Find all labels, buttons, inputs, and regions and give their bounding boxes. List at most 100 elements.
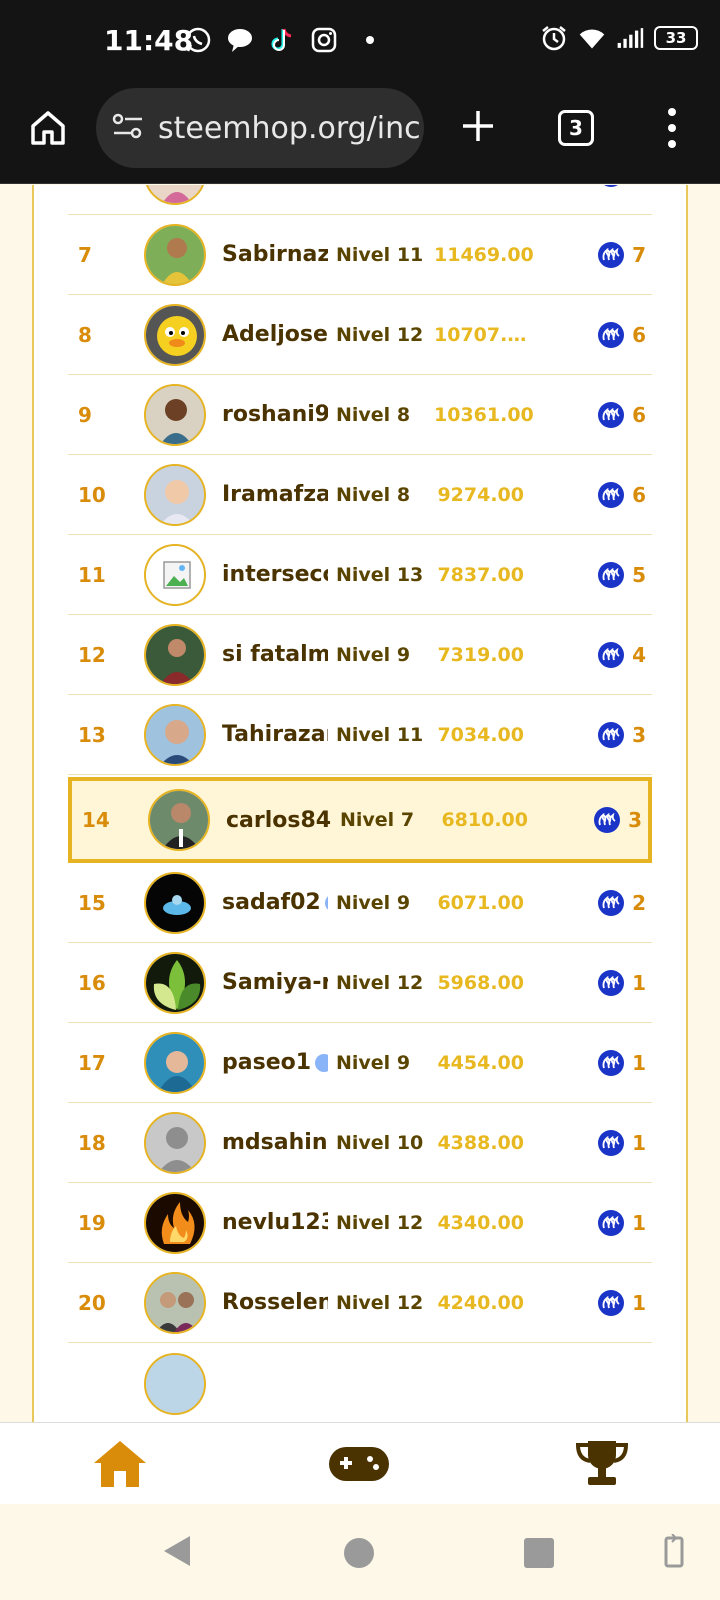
user-score: 5968.00 — [437, 971, 524, 994]
username[interactable]: intersecci — [222, 562, 328, 587]
user-avatar[interactable] — [144, 1031, 206, 1094]
rotate-screen-icon[interactable] — [662, 1533, 686, 1574]
user-avatar[interactable] — [144, 871, 206, 934]
username[interactable]: carlos84 — [226, 808, 332, 833]
leaderboard-row[interactable]: 19 nevlu123 Nivel 12 4340.00 1 — [68, 1183, 652, 1263]
username-text: roshani96 — [222, 402, 328, 427]
user-avatar[interactable] — [144, 303, 206, 366]
leaderboard-row[interactable]: 9 roshani96 Nivel 8 10361.00 6 — [68, 375, 652, 455]
leaderboard-row[interactable]: 20 Rosselena Nivel 12 4240.00 1 — [68, 1263, 652, 1343]
system-recents-icon[interactable] — [524, 1538, 554, 1568]
reward-value: 1 — [632, 1050, 646, 1075]
username-text: mdsahin1 — [222, 1130, 328, 1155]
user-score: 6810.00 — [441, 809, 528, 831]
user-score: 11469.00 — [434, 243, 534, 266]
status-time: 11:48 — [104, 24, 194, 57]
browser-home-button[interactable] — [28, 108, 68, 148]
leaderboard-row[interactable]: 18 mdsahin1 Nivel 10 4388.00 1 — [68, 1103, 652, 1183]
system-back-icon[interactable] — [162, 1534, 192, 1572]
username[interactable]: sadaf02 — [222, 890, 328, 915]
leaderboard-row-current-user[interactable]: 14 carlos84 Nivel 7 6810.00 3 — [68, 777, 652, 863]
username-text: Rosselena — [222, 1290, 328, 1315]
nav-home-icon[interactable] — [92, 1437, 148, 1489]
user-avatar[interactable] — [144, 1271, 206, 1334]
system-icons: 33 — [540, 24, 698, 52]
instagram-icon — [310, 26, 338, 54]
steem-logo-icon — [598, 889, 625, 916]
new-tab-button[interactable] — [458, 106, 498, 146]
rank-number: 17 — [78, 1050, 106, 1075]
user-level: Nivel 12 — [336, 323, 424, 346]
user-score: 10707.… — [434, 323, 527, 346]
reward-value: 6 — [632, 322, 646, 347]
browser-menu-button[interactable] — [662, 108, 682, 148]
leaderboard-row-partial — [68, 1343, 652, 1422]
leaderboard-row[interactable]: 16 Samiya-r Nivel 12 5968.00 1 — [68, 943, 652, 1023]
reward: 1 — [598, 969, 646, 996]
steem-logo-icon — [598, 1289, 625, 1316]
username[interactable]: Rosselena — [222, 1290, 328, 1315]
username[interactable]: roshani96 — [222, 402, 328, 427]
reward-value: 1 — [632, 1130, 646, 1155]
username[interactable]: mdsahin1 — [222, 1130, 328, 1155]
leaderboard-row[interactable]: 15 sadaf02 Nivel 9 6071.00 2 — [68, 863, 652, 943]
username[interactable]: Samiya-r — [222, 970, 328, 995]
leaderboard-row[interactable]: 8 Adeljose Nivel 12 10707.… 6 — [68, 295, 652, 375]
username[interactable]: Tahirazam — [222, 722, 328, 747]
rank-number: 15 — [78, 890, 106, 915]
user-avatar[interactable] — [144, 185, 206, 205]
tab-switcher-button[interactable]: 3 — [558, 110, 594, 146]
nav-gamepad-icon[interactable] — [328, 1445, 390, 1483]
leaderboard-row[interactable]: 11 intersecci Nivel 13 7837.00 5 — [68, 535, 652, 615]
nav-trophy-icon[interactable] — [574, 1437, 630, 1489]
username[interactable]: nevlu123 — [222, 1210, 328, 1235]
user-avatar[interactable] — [144, 951, 206, 1014]
system-home-icon[interactable] — [344, 1538, 374, 1568]
user-score: 9274.00 — [437, 483, 524, 506]
site-settings-icon[interactable] — [112, 112, 144, 144]
rank-number: 10 — [78, 482, 106, 507]
steem-logo-icon — [598, 1209, 625, 1236]
address-bar[interactable]: steemhop.org/inc — [96, 88, 424, 168]
bottom-navigation — [0, 1422, 720, 1504]
user-avatar[interactable] — [144, 223, 206, 286]
username[interactable]: zoyabhat — [222, 185, 328, 186]
user-score: 7034.00 — [437, 723, 524, 746]
leaderboard-row[interactable]: 10 Iramafzal Nivel 8 9274.00 6 — [68, 455, 652, 535]
reward-value: 1 — [632, 1210, 646, 1235]
user-avatar[interactable] — [144, 1191, 206, 1254]
user-avatar[interactable] — [144, 383, 206, 446]
reward-value: 6 — [632, 402, 646, 427]
leaderboard-row[interactable]: 7 Sabirnaz Nivel 11 11469.00 7 — [68, 215, 652, 295]
user-avatar[interactable] — [144, 703, 206, 766]
rank-number: 9 — [78, 402, 92, 427]
reward-value: 6 — [632, 482, 646, 507]
leaderboard-row[interactable]: 13 Tahirazam Nivel 11 7034.00 3 — [68, 695, 652, 775]
username[interactable]: paseo1 — [222, 1050, 328, 1075]
reward: 1 — [598, 1049, 646, 1076]
chat-bubble-icon — [226, 26, 254, 54]
user-avatar[interactable] — [144, 1111, 206, 1174]
reward: 6 — [598, 401, 646, 428]
user-avatar[interactable] — [148, 789, 210, 851]
info-icon[interactable] — [315, 1054, 328, 1072]
reward-value: 3 — [628, 808, 642, 832]
user-level: Nivel 12 — [336, 971, 424, 994]
status-bar: 11:48 33 — [0, 0, 720, 84]
leaderboard-row[interactable]: 17 paseo1 Nivel 9 4454.00 1 — [68, 1023, 652, 1103]
user-avatar[interactable] — [144, 623, 206, 686]
leaderboard-row[interactable]: 12 si fatalme Nivel 9 7319.00 4 — [68, 615, 652, 695]
username[interactable]: Adeljose — [222, 322, 328, 347]
username-text: sadaf02 — [222, 890, 321, 915]
username[interactable]: si fatalme — [222, 642, 328, 667]
tiktok-icon — [268, 26, 296, 54]
steem-logo-icon — [598, 721, 625, 748]
info-icon[interactable] — [324, 894, 328, 912]
user-avatar[interactable] — [144, 463, 206, 526]
leaderboard-row[interactable]: 6zoyabhatNivel 1012476.…8 — [68, 185, 652, 215]
user-avatar[interactable] — [144, 543, 206, 606]
user-score: 7837.00 — [437, 563, 524, 586]
username[interactable]: Sabirnaz — [222, 242, 328, 267]
user-level: Nivel 11 — [336, 723, 424, 746]
username[interactable]: Iramafzal — [222, 482, 328, 507]
